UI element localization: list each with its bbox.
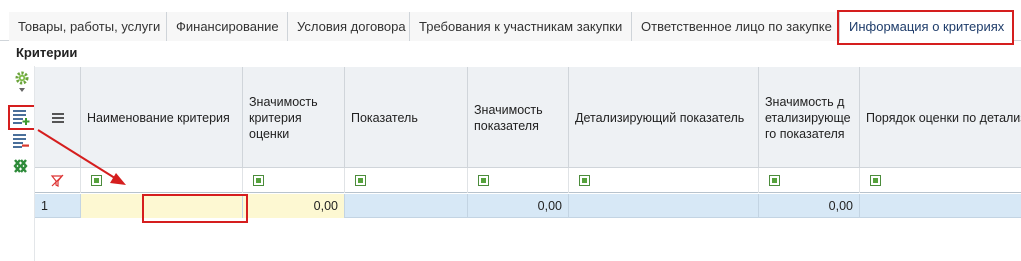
annotation-arrow bbox=[37, 129, 126, 185]
